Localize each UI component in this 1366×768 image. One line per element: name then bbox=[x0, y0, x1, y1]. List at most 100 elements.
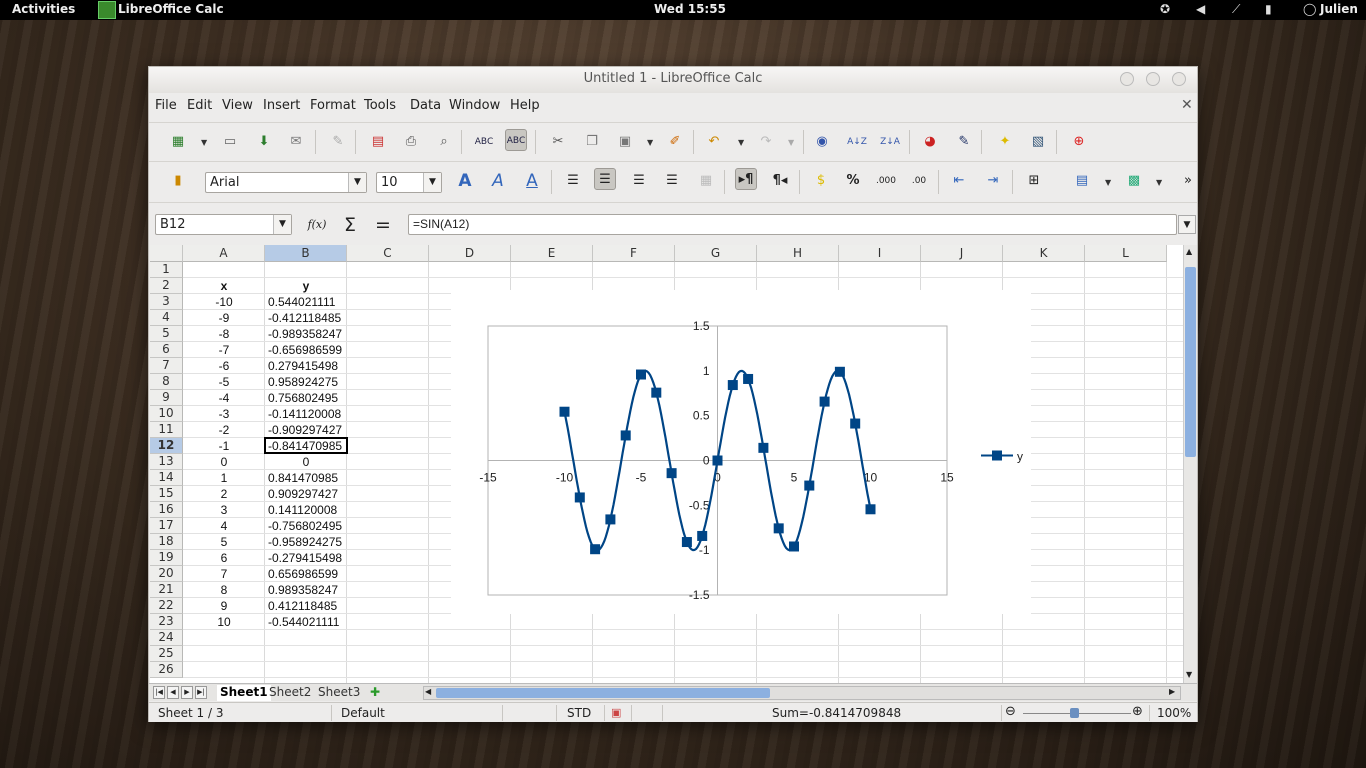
row-header[interactable]: 6 bbox=[150, 342, 183, 358]
redo-icon[interactable]: ↷ bbox=[755, 131, 777, 153]
scroll-left-icon[interactable]: ◀ bbox=[425, 687, 431, 696]
row-header[interactable]: 8 bbox=[150, 374, 183, 390]
row-header[interactable]: 15 bbox=[150, 486, 183, 502]
cell-y[interactable]: -0.544021111 bbox=[265, 614, 347, 630]
save-icon[interactable]: ⬇ bbox=[253, 131, 275, 153]
print-preview-icon[interactable]: ⌕ bbox=[433, 131, 455, 153]
font-color-dropdown-icon[interactable]: ▼ bbox=[1156, 178, 1162, 187]
row-header[interactable]: 17 bbox=[150, 518, 183, 534]
cut-icon[interactable]: ✂ bbox=[547, 131, 569, 153]
column-header[interactable]: F bbox=[593, 245, 675, 262]
cell-y[interactable]: -0.141120008 bbox=[265, 406, 347, 422]
menu-view[interactable]: View bbox=[222, 98, 253, 113]
last-sheet-icon[interactable]: ▶| bbox=[195, 686, 207, 699]
row-header[interactable]: 19 bbox=[150, 550, 183, 566]
power-icon[interactable]: ▮ bbox=[1265, 2, 1272, 16]
cell-x[interactable]: 5 bbox=[183, 534, 265, 550]
cell-x[interactable]: 9 bbox=[183, 598, 265, 614]
formula-input[interactable]: =SIN(A12) bbox=[408, 214, 1177, 235]
row-header[interactable]: 25 bbox=[150, 646, 183, 662]
cell-y[interactable]: -0.989358247 bbox=[265, 326, 347, 342]
column-header[interactable]: B bbox=[265, 245, 347, 262]
autospellcheck-icon[interactable]: ABC bbox=[505, 129, 527, 151]
cell-x[interactable]: -8 bbox=[183, 326, 265, 342]
scroll-right-icon[interactable]: ▶ bbox=[1169, 687, 1175, 696]
status-page-style[interactable]: Default bbox=[341, 706, 385, 720]
row-header[interactable]: 22 bbox=[150, 598, 183, 614]
cell-y[interactable]: 0.141120008 bbox=[265, 502, 347, 518]
currency-icon[interactable]: $ bbox=[810, 170, 832, 192]
cell-x[interactable]: -2 bbox=[183, 422, 265, 438]
spreadsheet-grid[interactable]: A B C D E F G H I J K L 1 2 3 4 5 6 7 8 9 10 11 12 13 14 15 16 17 18 1… bbox=[150, 245, 1183, 683]
window-close-button[interactable] bbox=[1172, 72, 1186, 86]
xy-scatter-chart[interactable]: -15 -10 -5 0 5 10 151.510.50-0.5-1-1.5y bbox=[451, 290, 1031, 614]
cell-y[interactable]: -0.909297427 bbox=[265, 422, 347, 438]
undo-dropdown-icon[interactable]: ▼ bbox=[738, 138, 744, 147]
clock[interactable]: Wed 15:55 bbox=[654, 2, 726, 16]
background-color-icon[interactable]: ▤ bbox=[1071, 170, 1093, 192]
cell-x[interactable]: 2 bbox=[183, 486, 265, 502]
cell-x[interactable]: -1 bbox=[183, 438, 265, 454]
sheet-tab-1[interactable]: Sheet1 bbox=[217, 685, 271, 701]
column-header[interactable]: G bbox=[675, 245, 757, 262]
align-center-icon[interactable]: ☰ bbox=[594, 168, 616, 190]
vertical-scrollbar[interactable]: ▲ ▼ bbox=[1183, 245, 1197, 683]
cell-x[interactable]: -6 bbox=[183, 358, 265, 374]
cell-x[interactable]: -9 bbox=[183, 310, 265, 326]
row-header[interactable]: 18 bbox=[150, 534, 183, 550]
right-to-left-icon[interactable]: ¶◂ bbox=[769, 170, 791, 192]
vertical-scroll-thumb[interactable] bbox=[1185, 267, 1196, 457]
row-header[interactable]: 10 bbox=[150, 406, 183, 422]
hyperlink-icon[interactable]: ◉ bbox=[811, 131, 833, 153]
zoom-slider-handle[interactable] bbox=[1070, 708, 1079, 718]
cell-y[interactable]: 0.958924275 bbox=[265, 374, 347, 390]
expand-formula-icon[interactable]: ▼ bbox=[1178, 215, 1196, 234]
align-right-icon[interactable]: ☰ bbox=[628, 170, 650, 192]
percent-icon[interactable]: % bbox=[842, 170, 864, 192]
cell-y[interactable]: -0.958924275 bbox=[265, 534, 347, 550]
menu-tools[interactable]: Tools bbox=[364, 98, 396, 113]
merge-cells-icon[interactable]: ▦ bbox=[695, 170, 717, 192]
styles-icon[interactable]: ▮ bbox=[167, 170, 189, 192]
network-icon[interactable]: ⟋ bbox=[1232, 2, 1240, 17]
first-sheet-icon[interactable]: |◀ bbox=[153, 686, 165, 699]
active-cell[interactable]: -0.841470985 bbox=[265, 438, 347, 454]
email-icon[interactable]: ✉ bbox=[285, 131, 307, 153]
gallery-icon[interactable]: ▧ bbox=[1027, 131, 1049, 153]
print-icon[interactable]: ⎙ bbox=[400, 131, 422, 153]
menu-edit[interactable]: Edit bbox=[187, 98, 212, 113]
status-selection-mode[interactable]: STD bbox=[567, 706, 591, 720]
font-size-box[interactable]: 10 ▼ bbox=[376, 172, 442, 193]
cell-y[interactable]: 0.841470985 bbox=[265, 470, 347, 486]
column-header[interactable]: H bbox=[757, 245, 839, 262]
name-box[interactable]: B12 ▼ bbox=[155, 214, 292, 235]
decimal-places-icon[interactable]: .00 bbox=[908, 170, 930, 192]
activities-button[interactable]: Activities bbox=[12, 2, 75, 16]
cell-x[interactable]: 4 bbox=[183, 518, 265, 534]
zoom-out-icon[interactable]: ⊖ bbox=[1005, 704, 1016, 719]
cell-x[interactable]: -10 bbox=[183, 294, 265, 310]
row-header[interactable]: 9 bbox=[150, 390, 183, 406]
horizontal-scroll-thumb[interactable] bbox=[436, 688, 770, 698]
cell-x[interactable]: 8 bbox=[183, 582, 265, 598]
paste-icon[interactable]: ▣ bbox=[614, 131, 636, 153]
background-dropdown-icon[interactable]: ▼ bbox=[1105, 178, 1111, 187]
cell-x[interactable]: 3 bbox=[183, 502, 265, 518]
cell-y[interactable]: 0.412118485 bbox=[265, 598, 347, 614]
prev-sheet-icon[interactable]: ◀ bbox=[167, 686, 179, 699]
cell-y[interactable]: -0.412118485 bbox=[265, 310, 347, 326]
row-header[interactable]: 13 bbox=[150, 454, 183, 470]
cell-y[interactable]: 0.544021111 bbox=[265, 294, 347, 310]
clone-formatting-icon[interactable]: ✐ bbox=[664, 131, 686, 153]
row-header[interactable]: 7 bbox=[150, 358, 183, 374]
accessibility-icon[interactable]: ✪ bbox=[1160, 2, 1170, 16]
name-box-dropdown-icon[interactable]: ▼ bbox=[273, 215, 291, 234]
cell-y[interactable]: 0.756802495 bbox=[265, 390, 347, 406]
cell-y[interactable]: 0.909297427 bbox=[265, 486, 347, 502]
cell-x[interactable]: 7 bbox=[183, 566, 265, 582]
cell-y[interactable]: -0.756802495 bbox=[265, 518, 347, 534]
menu-insert[interactable]: Insert bbox=[263, 98, 300, 113]
cell-x[interactable]: -4 bbox=[183, 390, 265, 406]
document-close-icon[interactable]: ✕ bbox=[1181, 97, 1193, 113]
function-icon[interactable]: = bbox=[372, 214, 394, 236]
